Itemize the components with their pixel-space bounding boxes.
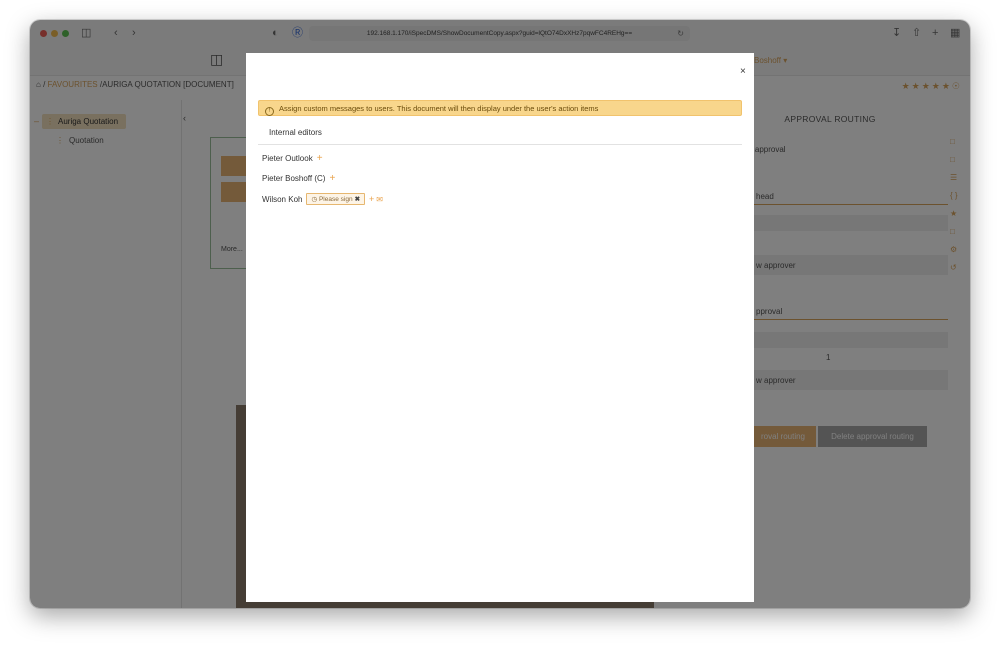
add-message-icon[interactable]: + bbox=[317, 153, 323, 164]
user-name: Pieter Boshoff (C) bbox=[262, 174, 326, 183]
add-message-icon[interactable]: + bbox=[369, 194, 374, 204]
assign-messages-dialog: × ! Assign custom messages to users. This… bbox=[246, 53, 754, 602]
remove-tag-icon[interactable]: ✖ bbox=[355, 196, 360, 203]
user-row: Pieter Boshoff (C) + bbox=[262, 173, 335, 184]
message-tag-label: Please sign bbox=[318, 196, 353, 203]
user-name: Wilson Koh bbox=[262, 195, 303, 204]
tab-internal-editors[interactable]: Internal editors bbox=[269, 128, 322, 137]
info-icon: ! bbox=[265, 107, 274, 116]
tab-divider bbox=[258, 144, 742, 145]
envelope-icon[interactable]: ✉ bbox=[376, 195, 383, 204]
close-icon[interactable]: × bbox=[740, 66, 746, 77]
message-tag[interactable]: ◷ Please sign ✖ bbox=[306, 193, 366, 205]
browser-window: ◫ ‹ › ◐ Ⓡ 192.168.1.170/iSpecDMS/ShowDoc… bbox=[30, 20, 970, 608]
info-alert: ! Assign custom messages to users. This d… bbox=[258, 100, 742, 116]
alert-text: Assign custom messages to users. This do… bbox=[279, 104, 599, 113]
user-name: Pieter Outlook bbox=[262, 154, 313, 163]
user-row: Pieter Outlook + bbox=[262, 153, 323, 164]
user-row: Wilson Koh ◷ Please sign ✖ + ✉ bbox=[262, 193, 383, 205]
add-message-icon[interactable]: + bbox=[329, 173, 335, 184]
clock-icon: ◷ bbox=[311, 196, 319, 203]
